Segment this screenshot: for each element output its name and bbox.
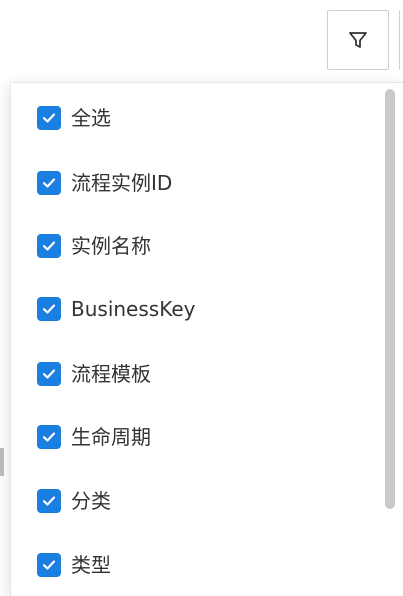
- filter-button[interactable]: [327, 10, 389, 70]
- checkbox-checked[interactable]: [37, 234, 61, 258]
- background-table-edge: [0, 448, 4, 476]
- page: 全选 流程实例ID 实例名称 BusinessKey 流程模板 生命周期 分类 …: [0, 0, 403, 596]
- checkbox-checked[interactable]: [37, 171, 61, 195]
- adjacent-button-edge: [399, 10, 400, 70]
- column-filter-dropdown: 全选 流程实例ID 实例名称 BusinessKey 流程模板 生命周期 分类 …: [10, 82, 403, 596]
- option-process-template[interactable]: 流程模板: [37, 360, 151, 388]
- option-lifecycle[interactable]: 生命周期: [37, 423, 151, 451]
- option-process-instance-id[interactable]: 流程实例ID: [37, 169, 172, 197]
- check-icon: [42, 304, 56, 314]
- option-label: 流程实例ID: [71, 171, 173, 195]
- check-icon: [42, 113, 56, 123]
- check-icon: [42, 496, 56, 506]
- option-select-all[interactable]: 全选: [37, 104, 111, 132]
- option-label: 生命周期: [71, 425, 151, 449]
- option-business-key[interactable]: BusinessKey: [37, 295, 195, 323]
- filter-icon: [349, 32, 367, 48]
- option-label: 分类: [71, 489, 111, 513]
- option-label: BusinessKey: [71, 297, 196, 321]
- option-type[interactable]: 类型: [37, 551, 111, 579]
- checkbox-checked[interactable]: [37, 489, 61, 513]
- checkbox-checked[interactable]: [37, 425, 61, 449]
- check-icon: [42, 369, 56, 379]
- option-label: 实例名称: [71, 234, 151, 258]
- option-label: 类型: [71, 553, 111, 577]
- check-icon: [42, 178, 56, 188]
- check-icon: [42, 560, 56, 570]
- check-icon: [42, 432, 56, 442]
- checkbox-checked[interactable]: [37, 106, 61, 130]
- option-label: 流程模板: [71, 362, 151, 386]
- checkbox-checked[interactable]: [37, 362, 61, 386]
- check-icon: [42, 241, 56, 251]
- checkbox-checked[interactable]: [37, 297, 61, 321]
- option-category[interactable]: 分类: [37, 487, 111, 515]
- checkbox-checked[interactable]: [37, 553, 61, 577]
- option-label: 全选: [71, 106, 111, 130]
- option-instance-name[interactable]: 实例名称: [37, 232, 151, 260]
- scrollbar-thumb[interactable]: [385, 89, 395, 509]
